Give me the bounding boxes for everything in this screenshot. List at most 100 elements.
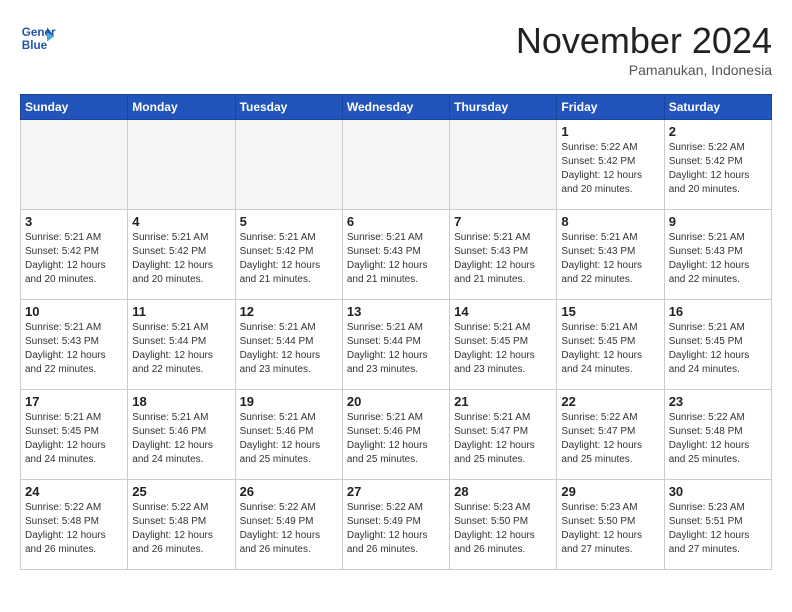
week-row-2: 3 Sunrise: 5:21 AM Sunset: 5:42 PM Daylig…: [21, 210, 772, 300]
weekday-header-wednesday: Wednesday: [342, 95, 449, 120]
day-cell: 22 Sunrise: 5:22 AM Sunset: 5:47 PM Dayli…: [557, 390, 664, 480]
week-row-1: 1 Sunrise: 5:22 AM Sunset: 5:42 PM Daylig…: [21, 120, 772, 210]
day-cell: 15Sunrise: 5:21 AM Sunset: 5:45 PM Dayli…: [557, 300, 664, 390]
day-info: Sunrise: 5:23 AM Sunset: 5:50 PM Dayligh…: [454, 501, 552, 557]
day-cell: [21, 120, 128, 210]
day-number: 11: [132, 304, 230, 319]
day-info: Sunrise: 5:21 AM Sunset: 5:43 PM Dayligh…: [669, 231, 767, 287]
day-number: 22: [561, 394, 659, 409]
day-number: 19: [240, 394, 338, 409]
day-info: Sunrise: 5:22 AM Sunset: 5:42 PM Dayligh…: [561, 141, 659, 197]
day-info: Sunrise: 5:22 AM Sunset: 5:48 PM Dayligh…: [132, 501, 230, 557]
day-cell: [235, 120, 342, 210]
day-cell: 17 Sunrise: 5:21 AM Sunset: 5:45 PM Dayli…: [21, 390, 128, 480]
day-info: Sunrise: 5:21 AM Sunset: 5:43 PM Dayligh…: [347, 231, 445, 287]
day-number: 10: [25, 304, 123, 319]
day-number: 28: [454, 484, 552, 499]
day-number: 17: [25, 394, 123, 409]
calendar-table: SundayMondayTuesdayWednesdayThursdayFrid…: [20, 94, 772, 570]
day-number: 25: [132, 484, 230, 499]
day-cell: 30Sunrise: 5:23 AM Sunset: 5:51 PM Dayli…: [664, 480, 771, 570]
week-row-5: 24Sunrise: 5:22 AM Sunset: 5:48 PM Dayli…: [21, 480, 772, 570]
day-cell: 14 Sunrise: 5:21 AM Sunset: 5:45 PM Dayli…: [450, 300, 557, 390]
day-cell: 26 Sunrise: 5:22 AM Sunset: 5:49 PM Dayli…: [235, 480, 342, 570]
day-number: 7: [454, 214, 552, 229]
day-info: Sunrise: 5:21 AM Sunset: 5:42 PM Dayligh…: [132, 231, 230, 287]
day-info: Sunrise: 5:21 AM Sunset: 5:43 PM Dayligh…: [561, 231, 659, 287]
day-cell: 18 Sunrise: 5:21 AM Sunset: 5:46 PM Dayli…: [128, 390, 235, 480]
day-info: Sunrise: 5:22 AM Sunset: 5:48 PM Dayligh…: [25, 501, 123, 557]
day-number: 2: [669, 124, 767, 139]
day-number: 14: [454, 304, 552, 319]
day-info: Sunrise: 5:21 AM Sunset: 5:45 PM Dayligh…: [454, 321, 552, 377]
day-info: Sunrise: 5:21 AM Sunset: 5:46 PM Dayligh…: [132, 411, 230, 467]
title-block: November 2024 Pamanukan, Indonesia: [516, 20, 772, 78]
day-cell: 12Sunrise: 5:21 AM Sunset: 5:44 PM Dayli…: [235, 300, 342, 390]
weekday-header-sunday: Sunday: [21, 95, 128, 120]
day-number: 1: [561, 124, 659, 139]
day-cell: 24Sunrise: 5:22 AM Sunset: 5:48 PM Dayli…: [21, 480, 128, 570]
location: Pamanukan, Indonesia: [516, 62, 772, 78]
weekday-header-tuesday: Tuesday: [235, 95, 342, 120]
day-cell: 2 Sunrise: 5:22 AM Sunset: 5:42 PM Daylig…: [664, 120, 771, 210]
day-number: 3: [25, 214, 123, 229]
day-number: 18: [132, 394, 230, 409]
day-cell: 8 Sunrise: 5:21 AM Sunset: 5:43 PM Daylig…: [557, 210, 664, 300]
day-number: 8: [561, 214, 659, 229]
day-cell: 10 Sunrise: 5:21 AM Sunset: 5:43 PM Dayli…: [21, 300, 128, 390]
svg-text:Blue: Blue: [22, 39, 48, 52]
weekday-header-friday: Friday: [557, 95, 664, 120]
page-header: General Blue November 2024 Pamanukan, In…: [20, 20, 772, 78]
weekday-header-saturday: Saturday: [664, 95, 771, 120]
day-number: 20: [347, 394, 445, 409]
weekday-header-thursday: Thursday: [450, 95, 557, 120]
day-number: 27: [347, 484, 445, 499]
day-cell: 29 Sunrise: 5:23 AM Sunset: 5:50 PM Dayli…: [557, 480, 664, 570]
weekday-header-row: SundayMondayTuesdayWednesdayThursdayFrid…: [21, 95, 772, 120]
day-info: Sunrise: 5:22 AM Sunset: 5:47 PM Dayligh…: [561, 411, 659, 467]
day-cell: 19Sunrise: 5:21 AM Sunset: 5:46 PM Dayli…: [235, 390, 342, 480]
week-row-4: 17 Sunrise: 5:21 AM Sunset: 5:45 PM Dayli…: [21, 390, 772, 480]
day-info: Sunrise: 5:21 AM Sunset: 5:43 PM Dayligh…: [454, 231, 552, 287]
day-number: 29: [561, 484, 659, 499]
day-number: 5: [240, 214, 338, 229]
day-info: Sunrise: 5:21 AM Sunset: 5:46 PM Dayligh…: [347, 411, 445, 467]
day-cell: 23Sunrise: 5:22 AM Sunset: 5:48 PM Dayli…: [664, 390, 771, 480]
day-cell: [128, 120, 235, 210]
day-cell: 5 Sunrise: 5:21 AM Sunset: 5:42 PM Daylig…: [235, 210, 342, 300]
day-info: Sunrise: 5:22 AM Sunset: 5:42 PM Dayligh…: [669, 141, 767, 197]
day-cell: 9 Sunrise: 5:21 AM Sunset: 5:43 PM Daylig…: [664, 210, 771, 300]
week-row-3: 10 Sunrise: 5:21 AM Sunset: 5:43 PM Dayli…: [21, 300, 772, 390]
day-info: Sunrise: 5:21 AM Sunset: 5:45 PM Dayligh…: [25, 411, 123, 467]
day-number: 26: [240, 484, 338, 499]
day-info: Sunrise: 5:22 AM Sunset: 5:48 PM Dayligh…: [669, 411, 767, 467]
day-cell: 4 Sunrise: 5:21 AM Sunset: 5:42 PM Daylig…: [128, 210, 235, 300]
day-info: Sunrise: 5:22 AM Sunset: 5:49 PM Dayligh…: [347, 501, 445, 557]
day-cell: 16 Sunrise: 5:21 AM Sunset: 5:45 PM Dayli…: [664, 300, 771, 390]
day-cell: [342, 120, 449, 210]
day-info: Sunrise: 5:22 AM Sunset: 5:49 PM Dayligh…: [240, 501, 338, 557]
day-number: 16: [669, 304, 767, 319]
day-info: Sunrise: 5:21 AM Sunset: 5:42 PM Dayligh…: [25, 231, 123, 287]
day-number: 6: [347, 214, 445, 229]
day-number: 9: [669, 214, 767, 229]
day-cell: [450, 120, 557, 210]
day-number: 21: [454, 394, 552, 409]
day-number: 4: [132, 214, 230, 229]
day-info: Sunrise: 5:21 AM Sunset: 5:45 PM Dayligh…: [669, 321, 767, 377]
month-title: November 2024: [516, 20, 772, 62]
day-number: 12: [240, 304, 338, 319]
day-info: Sunrise: 5:21 AM Sunset: 5:43 PM Dayligh…: [25, 321, 123, 377]
day-info: Sunrise: 5:21 AM Sunset: 5:42 PM Dayligh…: [240, 231, 338, 287]
day-info: Sunrise: 5:21 AM Sunset: 5:47 PM Dayligh…: [454, 411, 552, 467]
day-cell: 1 Sunrise: 5:22 AM Sunset: 5:42 PM Daylig…: [557, 120, 664, 210]
day-info: Sunrise: 5:23 AM Sunset: 5:50 PM Dayligh…: [561, 501, 659, 557]
day-cell: 25 Sunrise: 5:22 AM Sunset: 5:48 PM Dayli…: [128, 480, 235, 570]
day-cell: 28 Sunrise: 5:23 AM Sunset: 5:50 PM Dayli…: [450, 480, 557, 570]
day-info: Sunrise: 5:21 AM Sunset: 5:44 PM Dayligh…: [347, 321, 445, 377]
day-info: Sunrise: 5:21 AM Sunset: 5:45 PM Dayligh…: [561, 321, 659, 377]
day-cell: 7 Sunrise: 5:21 AM Sunset: 5:43 PM Daylig…: [450, 210, 557, 300]
day-cell: 20 Sunrise: 5:21 AM Sunset: 5:46 PM Dayli…: [342, 390, 449, 480]
logo-icon: General Blue: [20, 20, 56, 56]
day-cell: 3 Sunrise: 5:21 AM Sunset: 5:42 PM Daylig…: [21, 210, 128, 300]
